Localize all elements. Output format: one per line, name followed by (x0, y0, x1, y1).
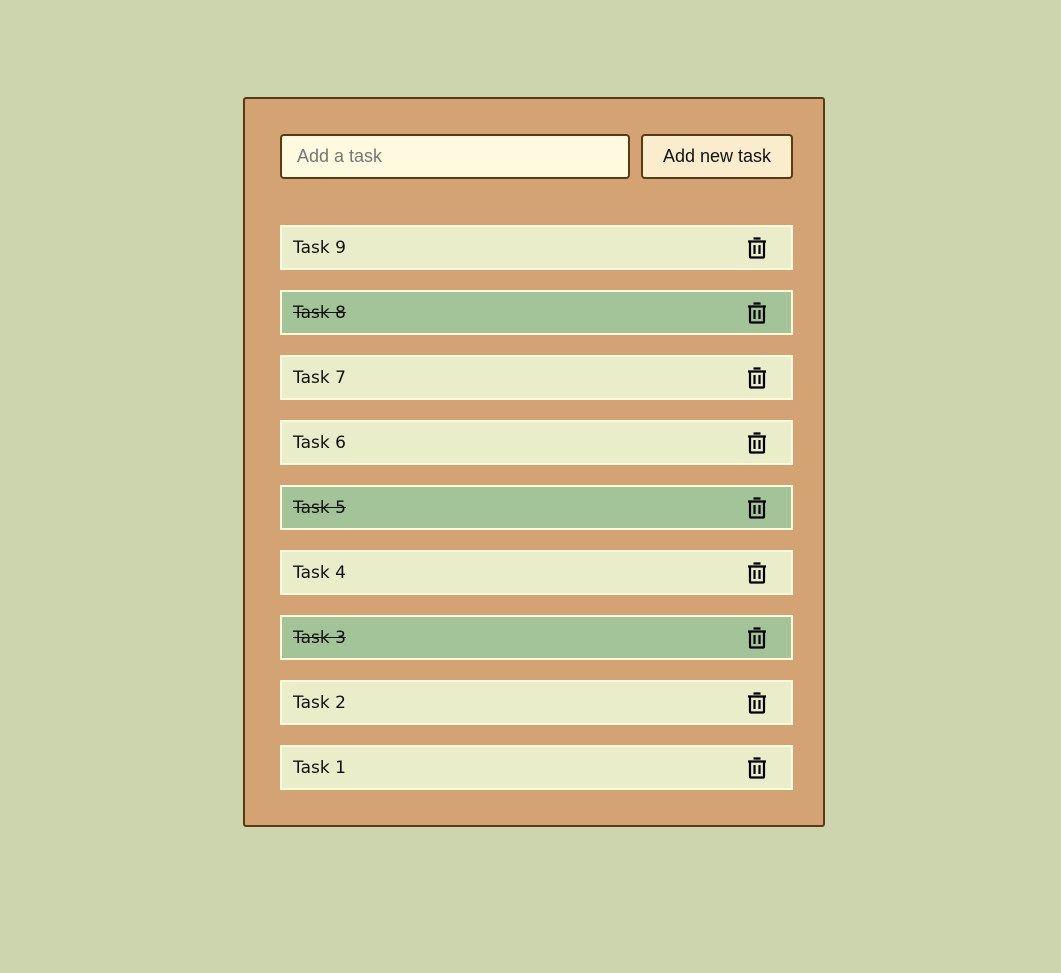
task-label: Task 6 (293, 432, 346, 453)
trash-icon[interactable] (745, 690, 769, 716)
task-label: Task 1 (293, 757, 346, 778)
task-label: Task 3 (293, 627, 346, 648)
task-item[interactable]: Task 5 (280, 485, 793, 530)
task-label: Task 2 (293, 692, 346, 713)
add-task-button[interactable]: Add new task (641, 134, 793, 179)
trash-icon[interactable] (745, 365, 769, 391)
trash-icon[interactable] (745, 755, 769, 781)
task-item[interactable]: Task 4 (280, 550, 793, 595)
task-list: Task 9 Task 8 Task 7 Task 6 Task 5 Task … (280, 225, 793, 810)
task-label: Task 4 (293, 562, 346, 583)
task-item[interactable]: Task 8 (280, 290, 793, 335)
task-label: Task 8 (293, 302, 346, 323)
trash-icon[interactable] (745, 300, 769, 326)
task-item[interactable]: Task 1 (280, 745, 793, 790)
task-item[interactable]: Task 6 (280, 420, 793, 465)
trash-icon[interactable] (745, 625, 769, 651)
trash-icon[interactable] (745, 235, 769, 261)
task-label: Task 7 (293, 367, 346, 388)
add-task-form: Add new task (280, 134, 794, 180)
task-item[interactable]: Task 2 (280, 680, 793, 725)
todo-card: Add new task Task 9 Task 8 Task 7 Task 6… (243, 97, 825, 827)
trash-icon[interactable] (745, 495, 769, 521)
task-item[interactable]: Task 9 (280, 225, 793, 270)
trash-icon[interactable] (745, 430, 769, 456)
task-input[interactable] (280, 134, 630, 179)
task-item[interactable]: Task 7 (280, 355, 793, 400)
task-label: Task 5 (293, 497, 346, 518)
task-item[interactable]: Task 3 (280, 615, 793, 660)
trash-icon[interactable] (745, 560, 769, 586)
task-label: Task 9 (293, 237, 346, 258)
